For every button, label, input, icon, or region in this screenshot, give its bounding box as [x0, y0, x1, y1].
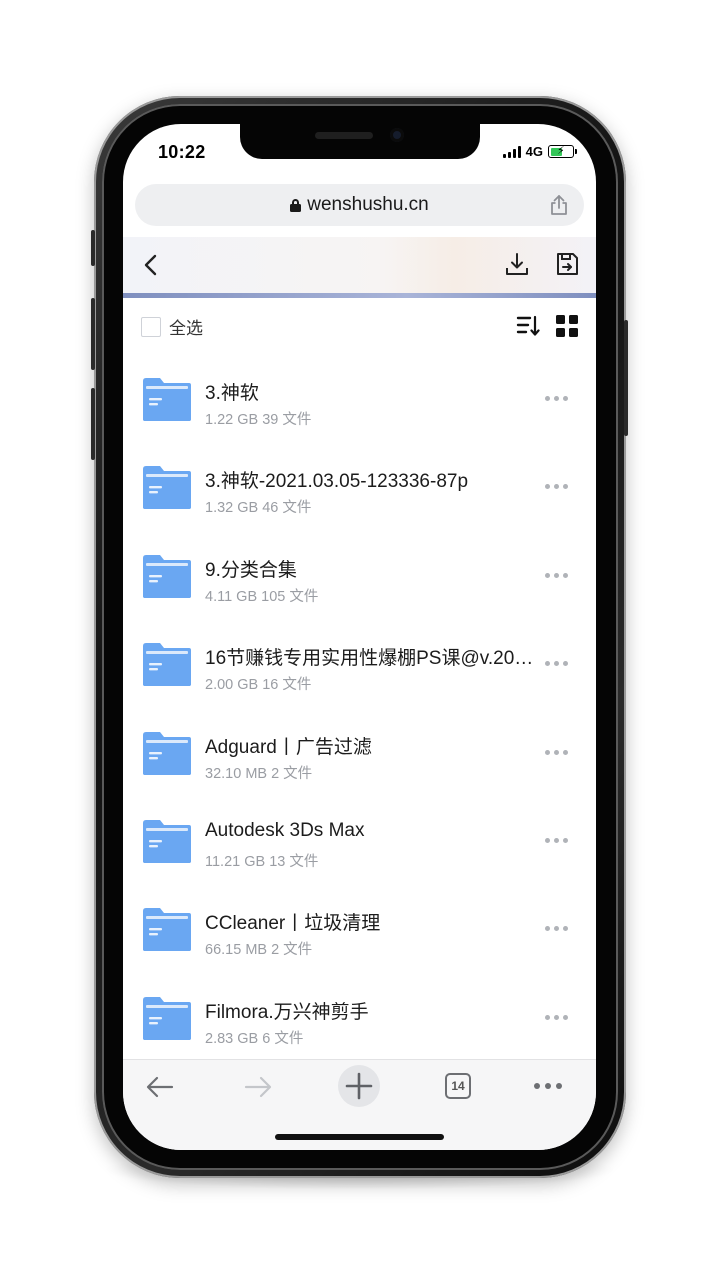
- notch: [240, 124, 480, 159]
- more-icon[interactable]: [534, 1083, 562, 1089]
- file-row[interactable]: 9.分类合集 4.11 GB 105 文件: [123, 539, 596, 627]
- url-text: wenshushu.cn: [307, 194, 429, 215]
- folder-icon: [143, 908, 191, 952]
- file-meta: 66.15 MB 2 文件: [205, 942, 313, 959]
- file-row[interactable]: CCleaner丨垃圾清理 66.15 MB 2 文件: [123, 892, 596, 980]
- speaker: [315, 132, 373, 139]
- arrow-left-icon[interactable]: [145, 1075, 175, 1099]
- file-meta: 1.22 GB 39 文件: [205, 412, 312, 428]
- select-all-label: 全选: [169, 319, 203, 338]
- download-icon[interactable]: [504, 251, 530, 277]
- file-row[interactable]: Autodesk 3Ds Max 11.21 GB 13 文件: [123, 804, 596, 892]
- status-indicators: 4G ⚡: [502, 144, 577, 159]
- file-meta: 32.10 MB 2 文件: [205, 765, 313, 782]
- signal-icon: [502, 145, 521, 158]
- status-time: 10:22: [158, 142, 206, 162]
- file-name: Filmora.万兴神剪手: [205, 1001, 369, 1023]
- new-tab-button[interactable]: [338, 1065, 380, 1107]
- folder-icon: [143, 554, 191, 598]
- file-name: 3.神软: [205, 383, 259, 404]
- file-meta: 11.21 GB 13 文件: [205, 854, 319, 870]
- header-accent-stripe: [123, 293, 596, 298]
- more-options-icon[interactable]: [545, 484, 568, 490]
- file-row[interactable]: Filmora.万兴神剪手 2.83 GB 6 文件: [123, 981, 596, 1069]
- file-meta: 4.11 GB 105 文件: [205, 588, 319, 605]
- file-name: Adguard丨广告过滤: [205, 736, 372, 758]
- lock-icon: [290, 198, 302, 212]
- address-bar[interactable]: wenshushu.cn: [135, 184, 584, 226]
- file-row[interactable]: Adguard丨广告过滤 32.10 MB 2 文件: [123, 716, 596, 804]
- more-options-icon[interactable]: [545, 572, 568, 578]
- sort-icon[interactable]: [516, 315, 540, 337]
- side-button-volume-down: [91, 388, 95, 460]
- side-button-volume-up: [91, 298, 95, 370]
- plus-icon: [345, 1072, 373, 1100]
- chevron-left-icon[interactable]: [139, 253, 163, 277]
- phone-screen: 10:22 4G ⚡ wenshushu.cn 全选 3.神软 1.22 GB …: [123, 124, 596, 1150]
- side-button-mute: [91, 230, 95, 266]
- file-name: 16节赚钱专用实用性爆棚PS课@v.20…: [205, 648, 534, 670]
- file-name: CCleaner丨垃圾清理: [205, 913, 381, 935]
- more-options-icon[interactable]: [545, 1014, 568, 1020]
- share-icon[interactable]: [548, 193, 570, 217]
- grid-view-icon[interactable]: [556, 315, 578, 337]
- select-all[interactable]: 全选: [141, 314, 203, 339]
- folder-icon: [143, 466, 191, 510]
- file-name: Autodesk 3Ds Max: [205, 820, 365, 841]
- folder-icon: [143, 996, 191, 1040]
- folder-icon: [143, 731, 191, 775]
- select-all-checkbox[interactable]: [141, 316, 161, 337]
- network-type: 4G: [525, 144, 543, 159]
- more-options-icon[interactable]: [545, 396, 568, 401]
- url-display: wenshushu.cn: [290, 194, 429, 216]
- front-camera: [390, 128, 404, 142]
- page-header: [123, 237, 596, 293]
- folder-icon: [143, 378, 191, 421]
- folder-icon: [143, 820, 191, 863]
- file-name: 9.分类合集: [205, 559, 297, 581]
- more-options-icon[interactable]: [545, 749, 568, 755]
- file-row[interactable]: 3.神软-2021.03.05-123336-87p 1.32 GB 46 文件: [123, 450, 596, 538]
- folder-icon: [143, 643, 191, 687]
- save-icon[interactable]: [554, 251, 580, 277]
- file-row[interactable]: 3.神软 1.22 GB 39 文件: [123, 362, 596, 450]
- tabs-button[interactable]: 14: [445, 1073, 471, 1099]
- home-indicator[interactable]: [275, 1134, 444, 1140]
- file-meta: 2.00 GB 16 文件: [205, 677, 312, 694]
- charging-icon: ⚡: [557, 145, 565, 157]
- file-meta: 2.83 GB 6 文件: [205, 1030, 304, 1047]
- more-options-icon[interactable]: [545, 661, 568, 667]
- more-options-icon[interactable]: [545, 838, 568, 843]
- file-name: 3.神软-2021.03.05-123336-87p: [205, 471, 469, 493]
- file-meta: 1.32 GB 46 文件: [205, 500, 312, 517]
- side-button-power: [624, 320, 628, 436]
- file-row[interactable]: 16节赚钱专用实用性爆棚PS课@v.20… 2.00 GB 16 文件: [123, 627, 596, 715]
- battery-icon: ⚡: [548, 145, 577, 158]
- more-options-icon[interactable]: [545, 926, 568, 932]
- arrow-right-icon[interactable]: [243, 1075, 273, 1099]
